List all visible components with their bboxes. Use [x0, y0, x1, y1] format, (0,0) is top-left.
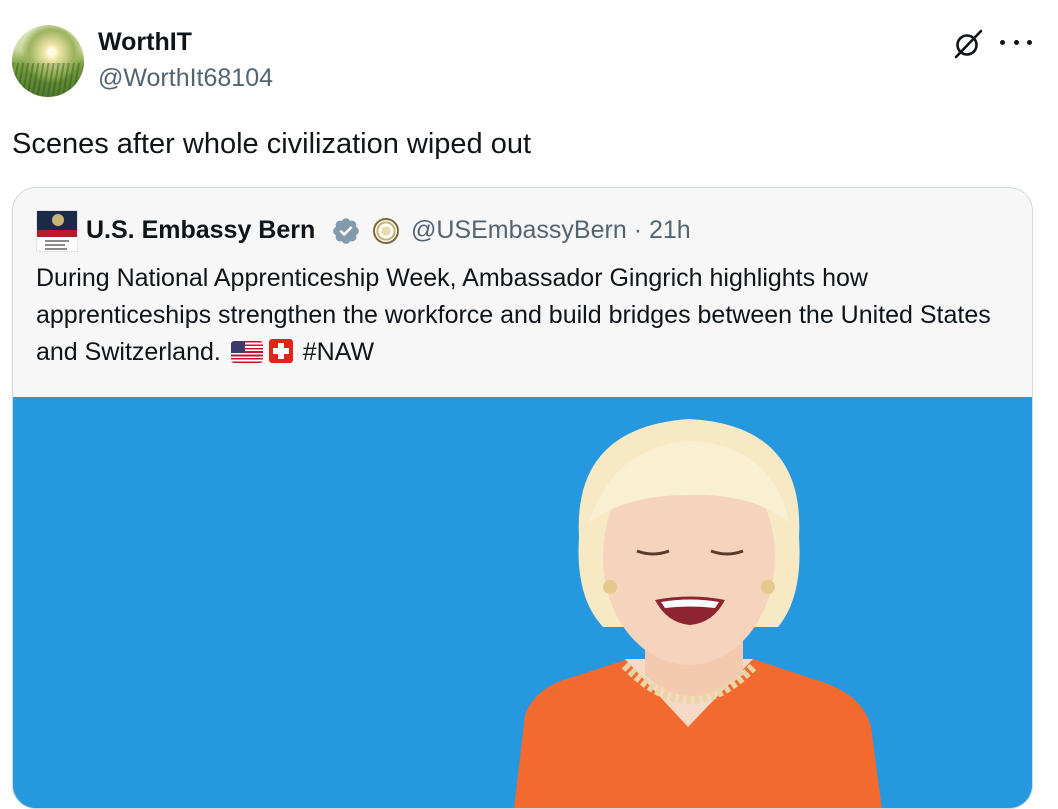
- user-avatar[interactable]: [12, 25, 84, 97]
- user-handle[interactable]: @WorthIt68104: [98, 64, 273, 93]
- quoted-handle[interactable]: @USEmbassyBern: [411, 216, 627, 244]
- hashtag-link[interactable]: #NAW: [303, 338, 374, 366]
- video-frame-image: [13, 397, 1032, 808]
- swiss-flag-emoji: [268, 339, 293, 363]
- quoted-tweet-text: During National Apprenticeship Week, Amb…: [36, 260, 1016, 371]
- quoted-media-video[interactable]: [13, 397, 1032, 808]
- verified-badge-icon: [333, 218, 359, 244]
- tweet-text: Scenes after whole civilization wiped ou…: [12, 128, 532, 160]
- meta-separator: ·: [633, 216, 643, 244]
- quoted-text-body: During National Apprenticeship Week, Amb…: [36, 264, 991, 366]
- us-flag-emoji: [230, 341, 263, 363]
- quoted-meta[interactable]: @USEmbassyBern · 21h: [411, 216, 691, 245]
- state-department-seal-icon: [373, 218, 399, 244]
- quoted-display-name[interactable]: U.S. Embassy Bern: [86, 216, 315, 245]
- quoted-tweet-card[interactable]: U.S. Embassy Bern @USEmbassyBern · 21h D…: [12, 187, 1033, 809]
- quoted-timestamp[interactable]: 21h: [649, 216, 691, 244]
- embassy-logo[interactable]: [36, 210, 78, 252]
- more-options-icon[interactable]: [1000, 32, 1032, 52]
- grok-icon[interactable]: [952, 28, 984, 60]
- display-name[interactable]: WorthIT: [98, 28, 192, 57]
